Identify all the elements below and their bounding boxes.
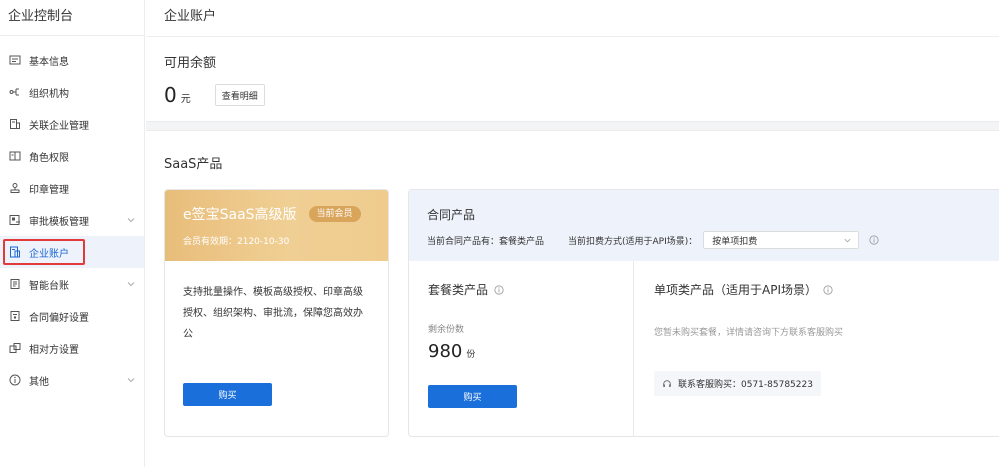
sidebar-item-seal[interactable]: 印章管理 (0, 172, 144, 204)
deduction-label: 当前扣费方式(适用于API场景)： (568, 236, 698, 247)
chevron-down-icon (126, 375, 136, 385)
package-product-column: 套餐类产品 剩余份数 980 份 购买 (409, 261, 634, 436)
contract-product-card: 合同产品 当前合同产品有：套餐类产品 当前扣费方式(适用于API场景)： 按单项… (408, 189, 999, 437)
chevron-down-icon (843, 236, 852, 245)
balance-label: 可用余额 (164, 56, 217, 71)
sidebar-item-basic-info[interactable]: 基本信息 (0, 44, 144, 76)
sidebar-item-enterprise-account[interactable]: 企业账户 (0, 236, 144, 268)
contact-service-text: 联系客服购买：0571-85785223 (678, 380, 813, 390)
membership-description: 支持批量操作、模板高级授权、印章高级授权、组织架构、审批流，保障您高效办公 (183, 287, 363, 340)
remaining-row: 980 份 (428, 341, 614, 362)
deduction-method-select[interactable]: 按单项扣费 (703, 231, 860, 249)
contact-service-button[interactable]: 联系客服购买：0571-85785223 (654, 371, 821, 396)
page-title: 企业账户 (146, 0, 999, 37)
contract-card-header: 合同产品 当前合同产品有：套餐类产品 当前扣费方式(适用于API场景)： 按单项… (409, 190, 999, 261)
sidebar-item-other[interactable]: 其他 (0, 364, 144, 396)
sidebar-item-linked-company[interactable]: 关联企业管理 (0, 108, 144, 140)
ledger-icon (9, 278, 21, 290)
brand-title: 企业控制台 (0, 0, 144, 36)
chevron-down-icon (126, 279, 136, 289)
sidebar-item-label: 组织机构 (29, 88, 69, 100)
no-package-note: 您暂未购买套餐，详情请咨询下方联系客服购买 (654, 328, 844, 338)
sidebar-item-counterparty[interactable]: 相对方设置 (0, 332, 144, 364)
balance-section: 可用余额 0 元 查看明细 (146, 37, 999, 121)
package-buy-button[interactable]: 购买 (428, 385, 517, 408)
sidebar-item-role-permission[interactable]: 角色权限 (0, 140, 144, 172)
account-icon (9, 246, 21, 258)
single-title-row: 单项类产品（适用于API场景） (654, 281, 981, 298)
role-permission-icon (9, 150, 21, 162)
contract-preference-icon (9, 310, 21, 322)
package-title: 套餐类产品 (428, 283, 489, 297)
approval-template-icon (9, 214, 21, 226)
sidebar: 企业控制台 基本信息 组织机构 关联企业管理 角色权限 印章管理 审批模板管理 … (0, 0, 145, 467)
info-circle-icon[interactable] (869, 235, 879, 245)
linked-company-icon (9, 118, 21, 130)
membership-card: e签宝SaaS高级版 当前会员 会员有效期：2120-10-30 支持批量操作、… (164, 189, 389, 437)
contract-meta-row: 当前合同产品有：套餐类产品 当前扣费方式(适用于API场景)： 按单项扣费 (427, 231, 981, 249)
seal-icon (9, 182, 21, 194)
sidebar-item-approval-template[interactable]: 审批模板管理 (0, 204, 144, 236)
sidebar-item-label: 印章管理 (29, 184, 69, 196)
current-products-text: 当前合同产品有：套餐类产品 (427, 236, 545, 247)
membership-card-header: e签宝SaaS高级版 当前会员 会员有效期：2120-10-30 (165, 190, 388, 261)
membership-expiry: 会员有效期：2120-10-30 (183, 237, 290, 247)
sidebar-item-contract-preference[interactable]: 合同偏好设置 (0, 300, 144, 332)
counterparty-icon (9, 342, 21, 354)
chevron-down-icon (126, 215, 136, 225)
sidebar-item-label: 关联企业管理 (29, 120, 89, 132)
saas-section-title: SaaS产品 (164, 157, 223, 172)
view-details-button[interactable]: 查看明细 (214, 84, 265, 106)
sidebar-item-label: 基本信息 (29, 56, 69, 68)
membership-buy-button[interactable]: 购买 (183, 383, 272, 406)
sidebar-item-label: 相对方设置 (29, 344, 79, 356)
balance-amount: 0 (164, 83, 177, 107)
sidebar-item-label: 其他 (29, 376, 49, 388)
balance-unit: 元 (180, 93, 191, 105)
contract-title: 合同产品 (427, 208, 476, 222)
sidebar-item-label: 智能台账 (29, 280, 69, 292)
balance-row: 0 元 查看明细 (164, 83, 981, 107)
current-member-badge: 当前会员 (308, 206, 361, 222)
id-card-icon (9, 54, 21, 66)
sidebar-item-organization[interactable]: 组织机构 (0, 76, 144, 108)
sidebar-item-label: 企业账户 (29, 248, 69, 260)
remaining-unit: 份 (466, 350, 476, 360)
info-circle-icon[interactable] (823, 284, 833, 295)
remaining-count: 980 (428, 341, 463, 362)
org-tree-icon (9, 86, 21, 98)
deduction-selected-value: 按单项扣费 (712, 236, 758, 247)
membership-title: e签宝SaaS高级版 (183, 207, 297, 223)
section-divider (146, 121, 999, 131)
app-root: 企业控制台 基本信息 组织机构 关联企业管理 角色权限 印章管理 审批模板管理 … (0, 0, 999, 467)
single-title: 单项类产品（适用于API场景） (654, 283, 817, 297)
sidebar-item-label: 角色权限 (29, 152, 69, 164)
headset-icon (662, 379, 672, 389)
package-title-row: 套餐类产品 (428, 281, 614, 298)
main-content: 企业账户 可用余额 0 元 查看明细 SaaS产品 e签宝SaaS高级版 当前会… (146, 0, 999, 467)
sidebar-item-label: 审批模板管理 (29, 216, 89, 228)
membership-title-row: e签宝SaaS高级版 当前会员 (183, 204, 370, 224)
info-circle-icon[interactable] (494, 284, 504, 295)
sidebar-nav: 基本信息 组织机构 关联企业管理 角色权限 印章管理 审批模板管理 企业账户 智… (0, 36, 144, 396)
info-circle-icon (9, 374, 21, 386)
sidebar-item-smart-ledger[interactable]: 智能台账 (0, 268, 144, 300)
remaining-label: 剩余份数 (428, 325, 465, 335)
single-product-column: 单项类产品（适用于API场景） 您暂未购买套餐，详情请咨询下方联系客服购买 联系… (635, 261, 999, 436)
sidebar-item-label: 合同偏好设置 (29, 312, 89, 324)
